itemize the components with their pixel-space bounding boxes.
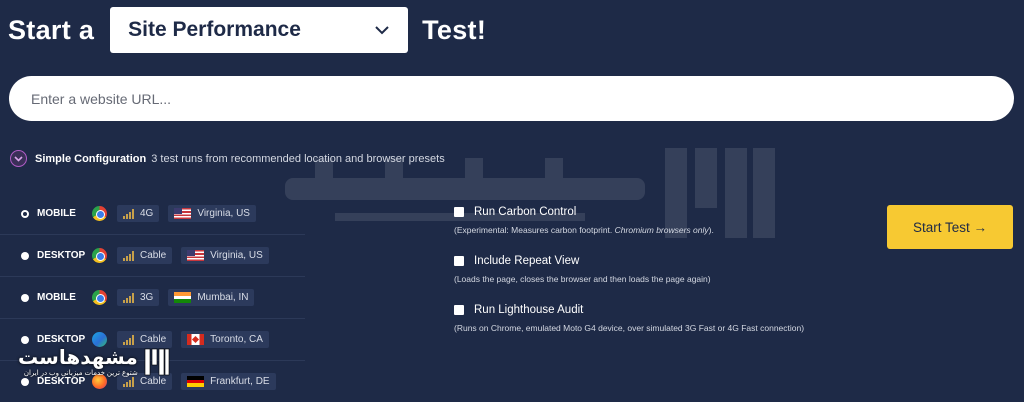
carbon-control-toggle[interactable]: Run Carbon Control <box>454 206 814 218</box>
option-title: Run Carbon Control <box>474 206 577 218</box>
chrome-icon <box>92 248 107 263</box>
option-title: Include Repeat View <box>474 255 580 267</box>
simple-config-toggle[interactable]: Simple Configuration 3 test runs from re… <box>10 150 445 167</box>
preset-row[interactable]: MOBILE 4G Virginia, US <box>0 193 305 235</box>
in-flag-icon <box>174 292 192 304</box>
location-chip: Mumbai, IN <box>168 289 255 306</box>
test-type-value: Site Performance <box>128 18 301 41</box>
preset-location: Virginia, US <box>197 208 250 219</box>
chevron-down-icon <box>374 22 390 38</box>
location-chip: Frankfurt, DE <box>181 373 276 390</box>
connection-chip: Cable <box>117 331 173 348</box>
header-suffix: Test! <box>422 14 487 45</box>
signal-bars-icon <box>123 334 134 345</box>
preset-device: DESKTOP <box>37 250 86 261</box>
page-header: Start a Site Performance Test! <box>8 6 486 54</box>
preset-row[interactable]: DESKTOP Cable Virginia, US <box>0 235 305 277</box>
chrome-icon <box>92 290 107 305</box>
preset-location: Toronto, CA <box>210 334 263 345</box>
connection-chip: 3G <box>117 289 160 306</box>
signal-bars-icon <box>123 292 134 303</box>
chevron-down-circle-icon[interactable] <box>10 150 27 167</box>
preset-location: Frankfurt, DE <box>210 376 270 387</box>
us-flag-icon <box>187 250 205 261</box>
preset-connection: Cable <box>140 250 167 261</box>
option-description: (Loads the page, closes the browser and … <box>454 274 711 284</box>
connection-chip: Cable <box>117 247 173 264</box>
option-title: Run Lighthouse Audit <box>474 304 584 316</box>
checkbox[interactable] <box>454 256 464 266</box>
chrome-icon <box>92 206 107 221</box>
repeat-view-toggle[interactable]: Include Repeat View <box>454 255 814 267</box>
url-input[interactable] <box>9 76 1014 121</box>
radio-button[interactable] <box>21 335 29 344</box>
preset-row[interactable]: DESKTOP Cable Toronto, CA <box>0 319 305 361</box>
simple-config-description: 3 test runs from recommended location an… <box>151 152 445 165</box>
edge-icon <box>92 332 107 347</box>
radio-selected[interactable] <box>21 209 29 218</box>
option-lighthouse: Run Lighthouse Audit (Runs on Chrome, em… <box>454 304 814 335</box>
preset-device: MOBILE <box>37 292 76 303</box>
preset-device: DESKTOP <box>37 334 86 345</box>
firefox-icon <box>92 374 107 389</box>
radio-button[interactable] <box>21 293 29 302</box>
us-flag-icon <box>174 208 192 219</box>
lighthouse-toggle[interactable]: Run Lighthouse Audit <box>454 304 814 316</box>
de-flag-icon <box>187 376 205 388</box>
option-desc-suffix: ). <box>708 225 714 235</box>
signal-bars-icon <box>123 250 134 261</box>
checkbox[interactable] <box>454 305 464 315</box>
test-options: Run Carbon Control (Experimental: Measur… <box>454 206 814 353</box>
option-description: (Runs on Chrome, emulated Moto G4 device… <box>454 323 805 333</box>
test-type-select[interactable]: Site Performance <box>110 7 409 53</box>
location-chip: Virginia, US <box>168 205 256 222</box>
option-desc-text: (Experimental: Measures carbon footprint… <box>454 225 615 235</box>
radio-button[interactable] <box>21 251 29 260</box>
preset-connection: Cable <box>140 376 167 387</box>
option-description: (Experimental: Measures carbon footprint… <box>454 224 814 237</box>
ca-flag-icon <box>187 334 205 345</box>
preset-location: Virginia, US <box>210 250 263 261</box>
connection-chip: Cable <box>117 373 173 390</box>
checkbox[interactable] <box>454 207 464 217</box>
signal-bars-icon <box>123 376 134 387</box>
radio-button[interactable] <box>21 377 29 386</box>
preset-connection: 4G <box>140 208 154 219</box>
preset-device: MOBILE <box>37 208 76 219</box>
preset-row[interactable]: DESKTOP Cable Frankfurt, DE <box>0 361 305 402</box>
location-chip: Virginia, US <box>181 247 269 264</box>
header-prefix: Start a <box>8 14 95 45</box>
option-repeat-view: Include Repeat View (Loads the page, clo… <box>454 255 814 286</box>
preset-row[interactable]: MOBILE 3G Mumbai, IN <box>0 277 305 319</box>
location-chip: Toronto, CA <box>181 331 269 348</box>
start-test-button[interactable]: Start Test → <box>887 205 1013 249</box>
simple-config-title: Simple Configuration <box>35 152 147 165</box>
option-desc-emphasis: Chromium browsers only <box>614 225 709 235</box>
option-carbon-control: Run Carbon Control (Experimental: Measur… <box>454 206 814 237</box>
signal-bars-icon <box>123 208 134 219</box>
preset-connection: Cable <box>140 334 167 345</box>
preset-connection: 3G <box>140 292 154 303</box>
preset-location: Mumbai, IN <box>197 292 249 303</box>
connection-chip: 4G <box>117 205 160 222</box>
preset-device: DESKTOP <box>37 376 86 387</box>
preset-list: MOBILE 4G Virginia, US DESKTOP Cable Vir… <box>0 193 305 402</box>
